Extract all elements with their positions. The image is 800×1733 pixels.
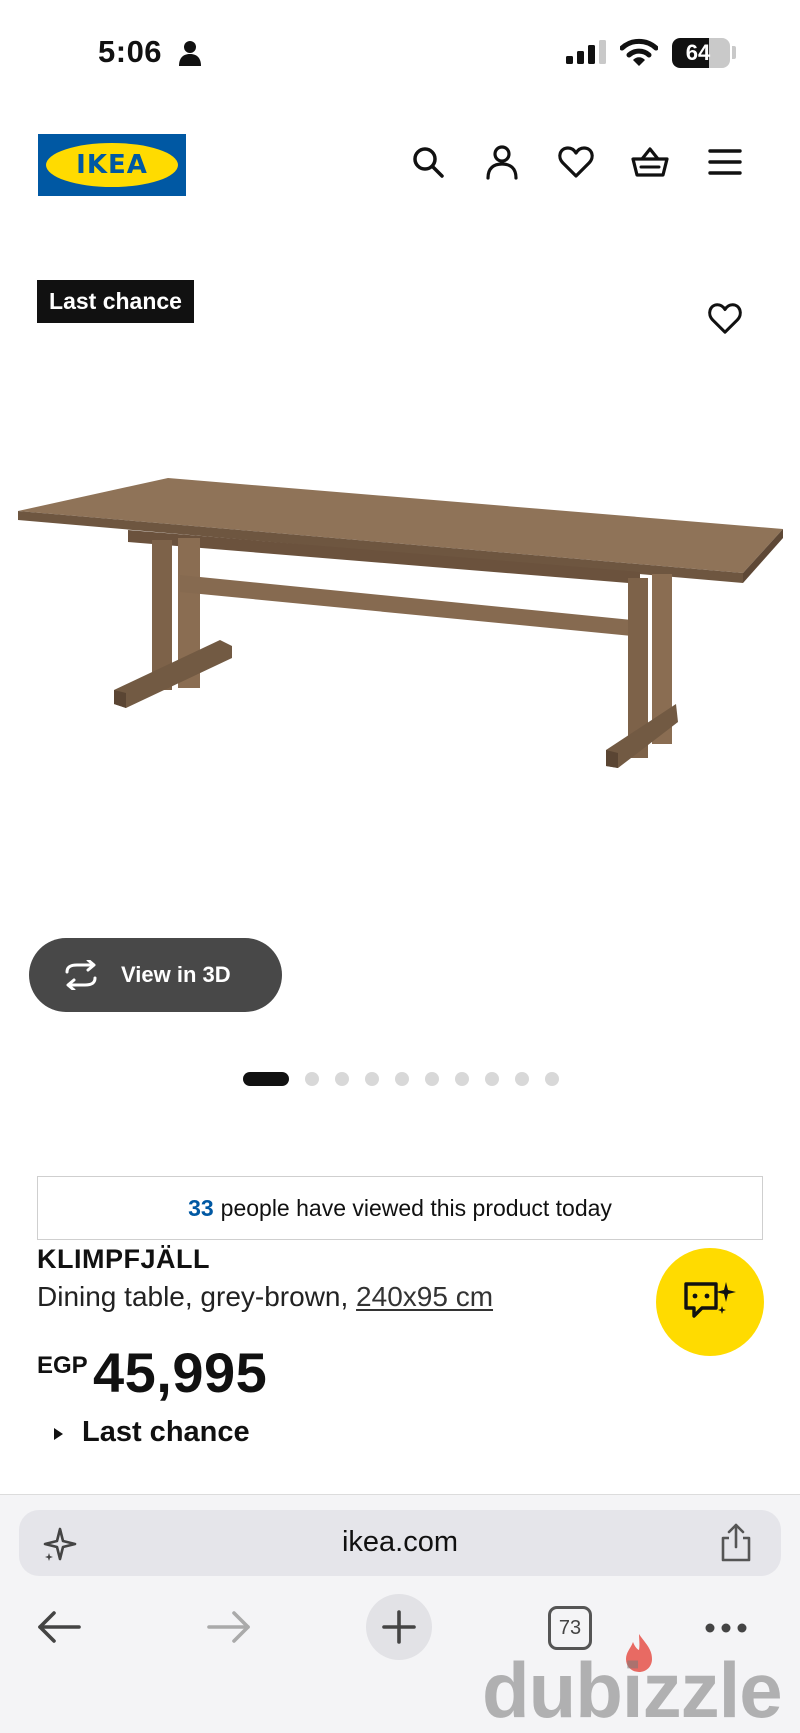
share-icon[interactable] [720,1522,752,1562]
basket-icon[interactable] [630,142,670,182]
last-chance-badge: Last chance [37,280,194,323]
product-type: Dining table, grey-brown, [37,1281,357,1312]
more-icon[interactable] [704,1620,748,1636]
pagination-dot-active[interactable] [243,1072,289,1086]
battery-icon: 64 [672,38,730,68]
size-link[interactable]: 240x95 cm [356,1281,493,1312]
back-arrow-icon[interactable] [36,1610,82,1644]
battery-nub [732,46,736,59]
person-icon [179,41,201,66]
availability-label[interactable]: Last chance [82,1416,250,1449]
viewed-today-banner: 33 people have viewed this product today [37,1176,763,1240]
product-name: KLIMPFJÄLL [37,1244,210,1274]
view-in-3d-button[interactable]: View in 3D [29,938,282,1012]
viewed-count: 33 [188,1194,214,1221]
favourite-heart-icon[interactable] [706,300,744,336]
product-description: Dining table, grey-brown, 240x95 cm [37,1281,493,1313]
pagination-dot[interactable] [365,1072,379,1086]
rotate-3d-icon [65,960,97,990]
pagination-dot[interactable] [395,1072,409,1086]
price-currency: EGP [37,1352,88,1379]
search-icon[interactable] [408,142,448,182]
new-tab-button[interactable] [366,1594,432,1660]
product-image-dining-table[interactable] [0,460,800,820]
price-value: 45,995 [93,1341,268,1404]
wifi-icon [620,38,658,66]
signal-icon [566,40,606,64]
status-time: 5:06 [98,34,163,69]
account-icon[interactable] [482,142,522,182]
chat-assistant-button[interactable] [656,1248,764,1356]
view-in-3d-label: View in 3D [121,962,231,987]
pagination-dot[interactable] [485,1072,499,1086]
menu-icon[interactable] [705,142,745,182]
pagination-dot[interactable] [455,1072,469,1086]
url-text[interactable]: ikea.com [0,1526,800,1559]
plus-icon [382,1610,416,1644]
heart-icon[interactable] [556,142,596,182]
pagination-dot[interactable] [305,1072,319,1086]
ikea-logo[interactable]: IKEA [38,134,186,196]
pagination-dot[interactable] [545,1072,559,1086]
pagination-dot[interactable] [515,1072,529,1086]
chat-sparkle-icon [684,1282,736,1318]
pagination-dot[interactable] [425,1072,439,1086]
expand-triangle-icon[interactable] [54,1428,63,1440]
dubizzle-watermark: dubizzle [482,1646,783,1733]
forward-arrow-icon[interactable] [206,1610,252,1644]
logo-oval: IKEA [46,143,178,187]
viewed-text: people have viewed this product today [220,1194,612,1221]
battery-level: 64 [685,40,711,65]
tabs-button[interactable]: 73 [548,1606,592,1650]
logo-text: IKEA [76,150,148,180]
pagination-dot[interactable] [335,1072,349,1086]
image-pagination-dots[interactable] [243,1072,575,1086]
